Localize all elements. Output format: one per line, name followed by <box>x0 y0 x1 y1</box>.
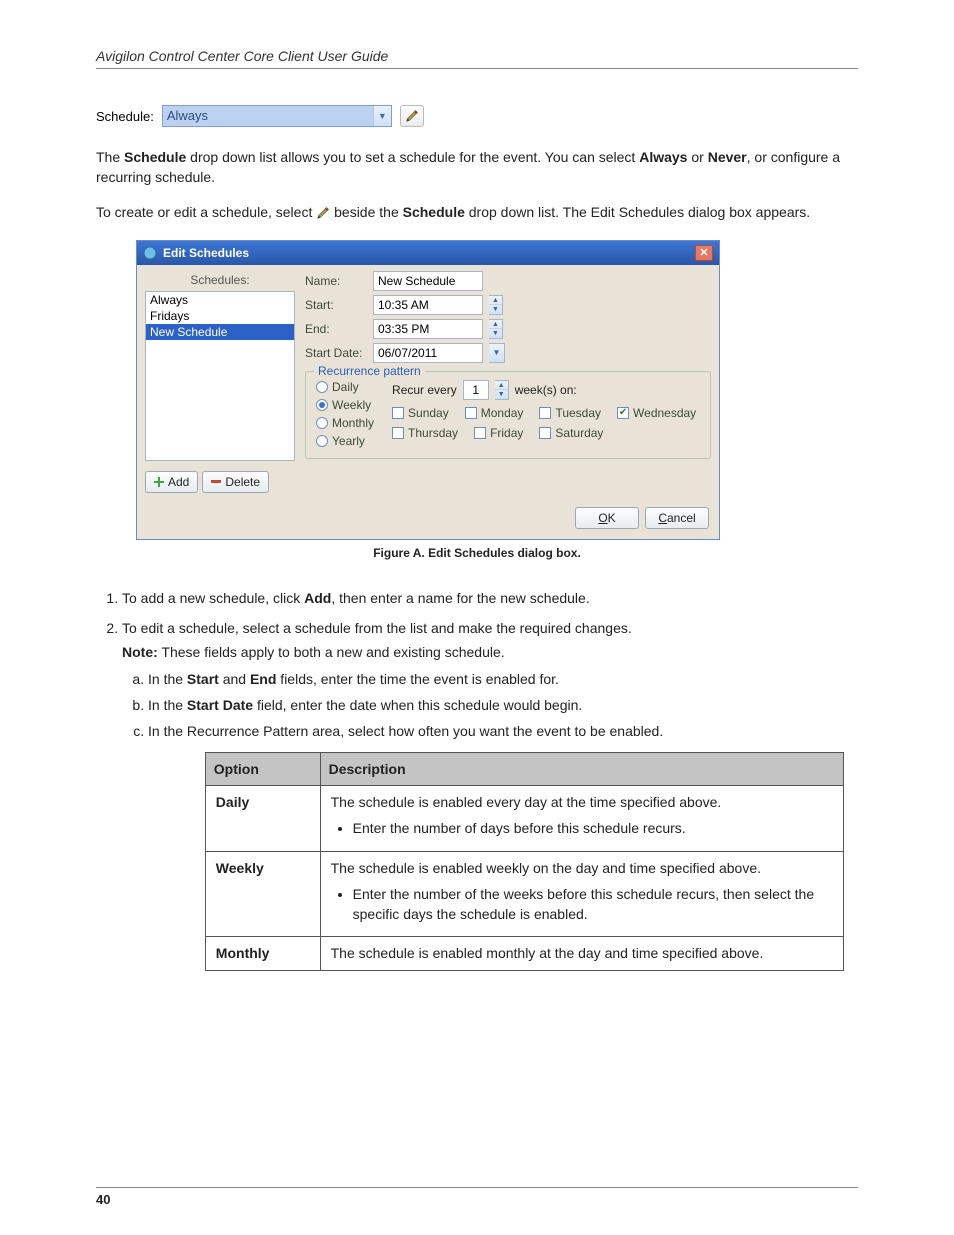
weeks-on-label: week(s) on: <box>515 383 577 397</box>
end-label: End: <box>305 322 367 336</box>
chevron-down-icon[interactable]: ▼ <box>373 106 391 126</box>
add-button[interactable]: Add <box>145 471 198 493</box>
table-row: Monthly The schedule is enabled monthly … <box>205 937 843 970</box>
step-list: To add a new schedule, click Add, then e… <box>96 588 858 971</box>
chevron-up-icon[interactable]: ▲ <box>489 296 502 306</box>
recur-every-input[interactable] <box>463 380 489 400</box>
paragraph-2: To create or edit a schedule, select bes… <box>96 202 858 222</box>
delete-button-label: Delete <box>225 475 260 489</box>
list-item[interactable]: Fridays <box>146 308 294 324</box>
add-button-label: Add <box>168 475 189 489</box>
dialog-titlebar: Edit Schedules ✕ <box>137 241 719 265</box>
edit-schedule-button[interactable] <box>400 105 424 127</box>
delete-button[interactable]: Delete <box>202 471 269 493</box>
ok-button[interactable]: OK <box>575 507 639 529</box>
schedule-label: Schedule: <box>96 109 154 124</box>
start-label: Start: <box>305 298 367 312</box>
start-time-spinner[interactable]: ▲ ▼ <box>489 295 503 315</box>
substep-c: In the Recurrence Pattern area, select h… <box>148 721 858 970</box>
date-dropdown-button[interactable]: ▼ <box>489 343 505 363</box>
list-item[interactable]: Always <box>146 292 294 308</box>
recurrence-groupbox: Recurrence pattern Daily Weekly <box>305 371 711 459</box>
paragraph-1: The Schedule drop down list allows you t… <box>96 147 858 188</box>
pencil-icon <box>405 109 419 123</box>
radio-monthly[interactable]: Monthly <box>316 416 374 430</box>
page-number: 40 <box>96 1192 110 1207</box>
schedules-listbox[interactable]: Always Fridays New Schedule <box>145 291 295 461</box>
step-1: To add a new schedule, click Add, then e… <box>122 588 858 608</box>
recur-every-label: Recur every <box>392 383 457 397</box>
radio-icon <box>316 417 328 429</box>
checkbox-sunday[interactable]: Sunday <box>392 406 449 420</box>
end-time-spinner[interactable]: ▲ ▼ <box>489 319 503 339</box>
plus-icon <box>154 477 164 487</box>
close-icon: ✕ <box>699 246 708 259</box>
page-footer: 40 <box>96 1187 858 1207</box>
pencil-icon-inline <box>316 206 330 220</box>
radio-icon <box>316 399 328 411</box>
start-time-input[interactable] <box>373 295 483 315</box>
checkbox-friday[interactable]: Friday <box>474 426 523 440</box>
radio-yearly[interactable]: Yearly <box>316 434 374 448</box>
name-input[interactable] <box>373 271 483 291</box>
doc-header: Avigilon Control Center Core Client User… <box>96 48 858 69</box>
chevron-down-icon[interactable]: ▼ <box>489 305 502 314</box>
minus-icon <box>211 480 221 483</box>
figure-caption: Figure A. Edit Schedules dialog box. <box>136 546 818 560</box>
start-date-label: Start Date: <box>305 346 367 360</box>
start-date-input[interactable] <box>373 343 483 363</box>
table-header-description: Description <box>320 752 843 785</box>
checkbox-saturday[interactable]: Saturday <box>539 426 603 440</box>
chevron-down-icon[interactable]: ▼ <box>489 329 502 338</box>
chevron-down-icon[interactable]: ▼ <box>495 390 508 399</box>
checkbox-tuesday[interactable]: Tuesday <box>539 406 601 420</box>
checkbox-thursday[interactable]: Thursday <box>392 426 458 440</box>
end-time-input[interactable] <box>373 319 483 339</box>
schedules-list-label: Schedules: <box>145 273 295 287</box>
recur-every-spinner[interactable]: ▲ ▼ <box>495 380 509 400</box>
options-table: Option Description Daily The schedule is… <box>205 752 844 971</box>
edit-schedules-dialog: Edit Schedules ✕ Schedules: Always Frida… <box>136 240 720 540</box>
radio-daily[interactable]: Daily <box>316 380 374 394</box>
schedule-selector-row: Schedule: Always ▼ <box>96 105 858 127</box>
table-header-option: Option <box>205 752 320 785</box>
radio-icon <box>316 381 328 393</box>
radio-weekly[interactable]: Weekly <box>316 398 374 412</box>
app-icon <box>143 246 157 260</box>
dialog-title: Edit Schedules <box>163 246 249 260</box>
substep-b: In the Start Date field, enter the date … <box>148 695 858 715</box>
recurrence-title: Recurrence pattern <box>314 364 425 378</box>
cancel-button[interactable]: Cancel <box>645 507 709 529</box>
close-button[interactable]: ✕ <box>695 245 713 261</box>
step-2: To edit a schedule, select a schedule fr… <box>122 618 858 971</box>
table-row: Daily The schedule is enabled every day … <box>205 785 843 851</box>
name-label: Name: <box>305 274 367 288</box>
list-item[interactable]: New Schedule <box>146 324 294 340</box>
substep-a: In the Start and End fields, enter the t… <box>148 669 858 689</box>
chevron-up-icon[interactable]: ▲ <box>489 320 502 330</box>
chevron-up-icon[interactable]: ▲ <box>495 381 508 391</box>
schedule-combobox[interactable]: Always ▼ <box>162 105 392 127</box>
table-row: Weekly The schedule is enabled weekly on… <box>205 851 843 937</box>
checkbox-wednesday[interactable]: ✔Wednesday <box>617 406 696 420</box>
checkbox-monday[interactable]: Monday <box>465 406 524 420</box>
radio-icon <box>316 435 328 447</box>
schedule-combobox-value: Always <box>163 106 373 126</box>
